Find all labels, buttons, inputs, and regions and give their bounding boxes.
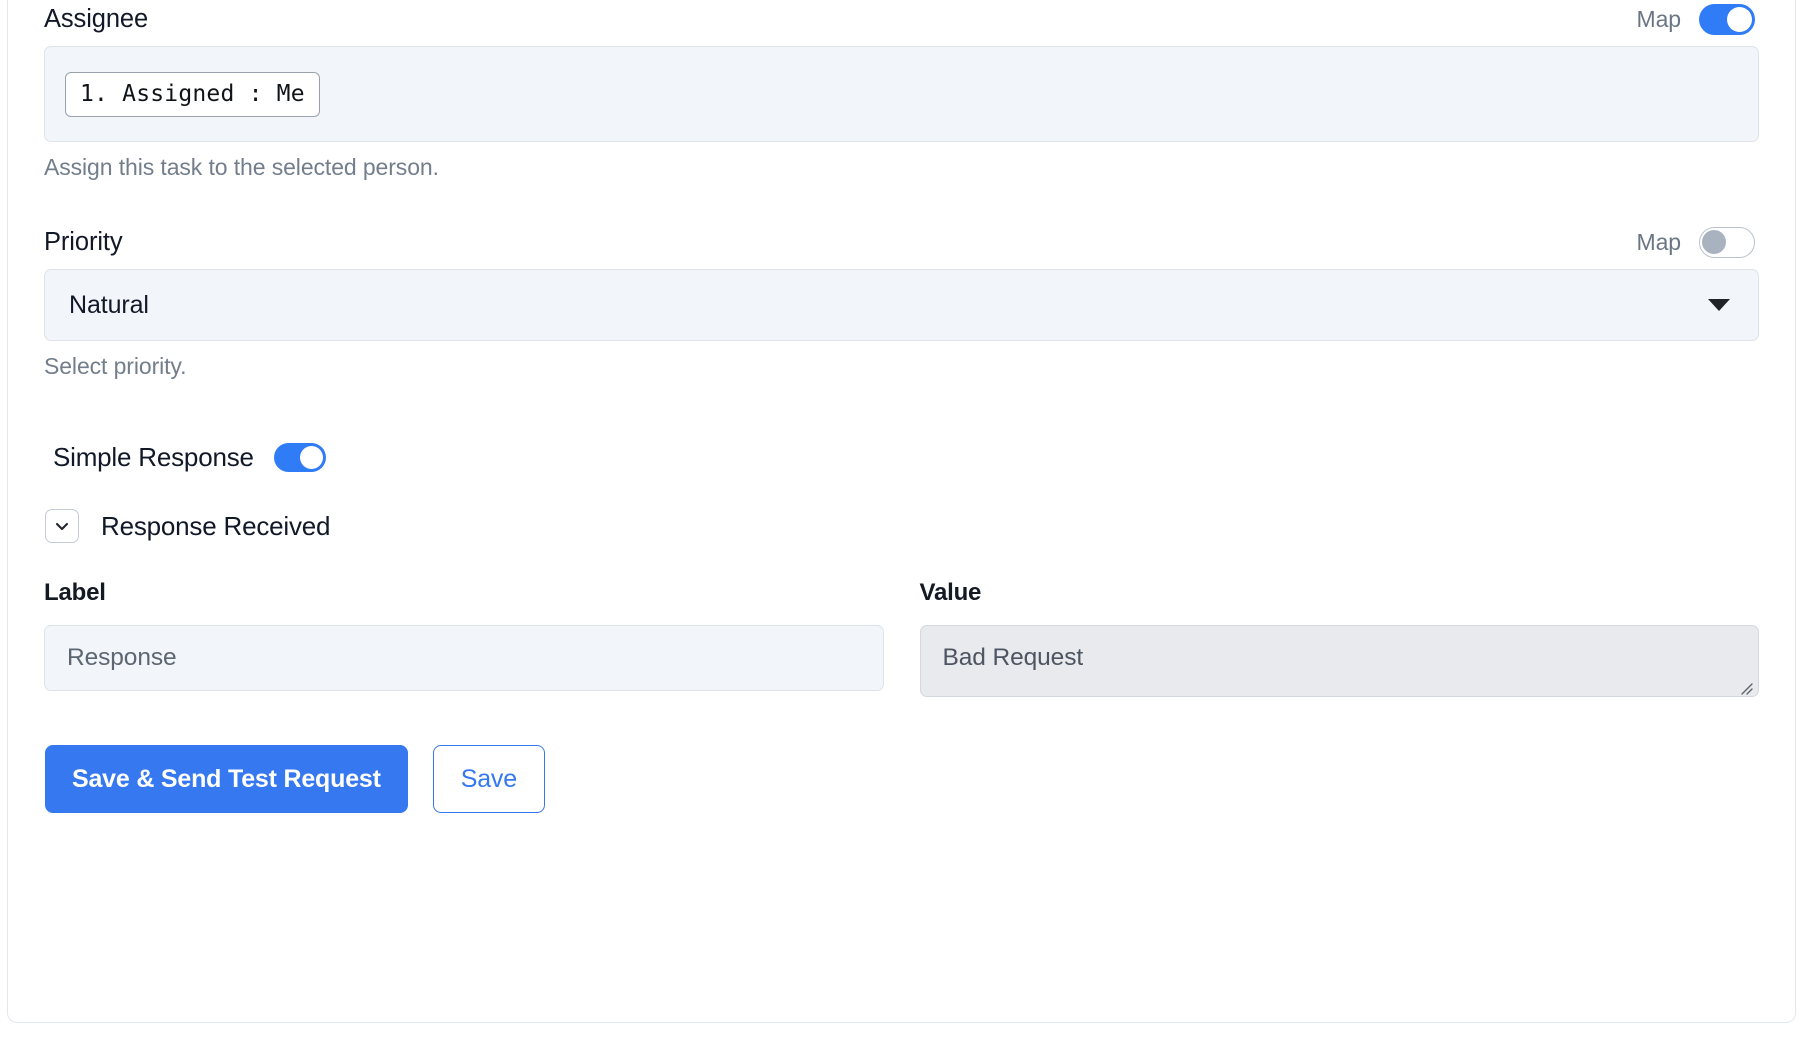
- priority-map-label: Map: [1636, 228, 1682, 255]
- assignee-map-toggle[interactable]: [1699, 3, 1755, 35]
- assignee-header: Assignee Map: [44, 0, 1759, 38]
- response-value-textarea[interactable]: Bad Request: [919, 625, 1759, 697]
- resize-handle-icon[interactable]: [1736, 675, 1754, 695]
- response-value-text: Bad Request: [942, 644, 1084, 671]
- value-column: Value Bad Request: [919, 579, 1759, 697]
- priority-map-toggle[interactable]: [1699, 226, 1755, 258]
- response-received-title: Response Received: [101, 510, 331, 541]
- response-label-input[interactable]: Response: [44, 625, 884, 691]
- save-and-send-test-request-button[interactable]: Save & Send Test Request: [45, 745, 408, 813]
- simple-response-row: Simple Response: [44, 442, 1759, 473]
- card-content: Assignee Map 1. Assigned : Me Assign thi…: [8, 0, 1795, 1022]
- assignee-label: Assignee: [44, 4, 149, 33]
- toggle-knob: [299, 446, 323, 469]
- save-button[interactable]: Save: [432, 745, 545, 813]
- response-received-header[interactable]: Response Received: [44, 509, 1759, 543]
- priority-label: Priority: [44, 227, 123, 256]
- priority-header: Priority Map: [44, 223, 1759, 261]
- label-column-header: Label: [44, 579, 106, 606]
- settings-card: Assignee Map 1. Assigned : Me Assign thi…: [7, 0, 1796, 1023]
- value-column-header: Value: [919, 579, 982, 606]
- assignee-helper-text: Assign this task to the selected person.: [44, 154, 439, 180]
- priority-select[interactable]: Natural: [44, 269, 1759, 341]
- simple-response-toggle[interactable]: [273, 443, 326, 472]
- priority-field: Priority Map Natural Select priority.: [44, 223, 1759, 380]
- toggle-knob: [1702, 229, 1726, 254]
- chevron-down-icon: [1708, 299, 1730, 311]
- priority-helper-text: Select priority.: [44, 353, 187, 379]
- assignee-chip-input[interactable]: 1. Assigned : Me: [44, 46, 1759, 142]
- label-value-grid: Label Response Value Bad Request: [44, 579, 1759, 697]
- toggle-knob: [1727, 6, 1752, 32]
- simple-response-label: Simple Response: [53, 442, 254, 472]
- assignee-map-label: Map: [1636, 5, 1682, 32]
- assignee-chip[interactable]: 1. Assigned : Me: [65, 71, 320, 117]
- action-buttons: Save & Send Test Request Save: [44, 745, 1759, 813]
- assignee-map-control: Map: [1636, 3, 1759, 35]
- priority-selected-value: Natural: [69, 290, 149, 319]
- assignee-field: Assignee Map 1. Assigned : Me Assign thi…: [44, 0, 1759, 181]
- priority-map-control: Map: [1636, 226, 1759, 258]
- chevron-down-icon[interactable]: [45, 509, 79, 543]
- label-column: Label Response: [44, 579, 884, 697]
